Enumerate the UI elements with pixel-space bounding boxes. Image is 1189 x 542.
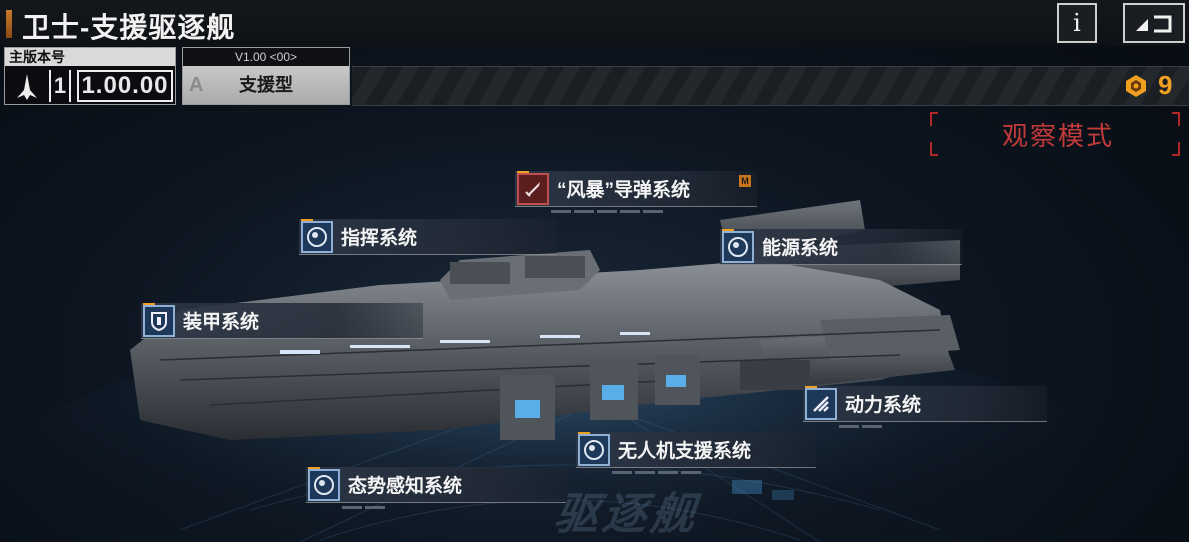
bracket-corner (1172, 112, 1180, 126)
system-tag-command[interactable]: 指挥系统 (299, 218, 557, 255)
title-accent (6, 10, 12, 38)
observe-mode-label: 观察模式 (1002, 121, 1115, 151)
currency-count: 9 (1158, 70, 1173, 100)
level-indicator (342, 506, 385, 509)
observe-mode-button[interactable]: 观察模式 (930, 112, 1180, 156)
ship-silhouette-icon (17, 74, 37, 100)
back-button[interactable] (1123, 3, 1185, 43)
system-tag-label: 装甲系统 (183, 312, 260, 333)
level-indicator (839, 425, 882, 428)
missile-icon (517, 170, 549, 205)
bracket-corner (930, 112, 938, 126)
system-tag-label: 动力系统 (845, 395, 922, 416)
radar-icon (578, 431, 610, 466)
system-tag-label: 指挥系统 (341, 228, 418, 249)
system-tag-drone-support[interactable]: 无人机支援系统 (576, 431, 816, 474)
version-minor: 1.00.00 (77, 70, 173, 102)
system-tag-label: 能源系统 (762, 238, 839, 259)
level-indicator (551, 210, 663, 213)
page-title: 卫士-支援驱逐舰 (22, 12, 236, 43)
system-tag-propulsion[interactable]: 动力系统 (803, 385, 1047, 428)
system-tag-label: “风暴”导弹系统 (557, 180, 691, 201)
thruster-icon (805, 385, 837, 420)
floor-watermark: 驱逐舰 (549, 490, 712, 539)
info-button[interactable]: i (1057, 3, 1097, 43)
variant-version-code: V1.00 <00> (183, 48, 349, 66)
back-icon (1136, 15, 1172, 33)
system-tag-label: 态势感知系统 (348, 476, 463, 497)
radar-icon (722, 228, 754, 263)
radar-icon (301, 218, 333, 253)
version-label: 主版本号 (5, 48, 175, 66)
version-panel: 主版本号 1 1.00.00 (4, 47, 176, 105)
version-major: 1 (49, 70, 71, 102)
system-tag-label: 无人机支援系统 (618, 441, 752, 462)
badge-m: M (739, 175, 751, 187)
variant-type: 支援型 (183, 66, 349, 104)
radar-icon (308, 466, 340, 501)
level-indicator (612, 471, 701, 474)
bracket-corner (1172, 142, 1180, 156)
system-tag-armor[interactable]: 装甲系统 (141, 302, 423, 339)
shield-icon (143, 302, 175, 337)
system-tag-energy[interactable]: 能源系统 (720, 228, 962, 265)
variant-panel[interactable]: V1.00 <00> 支援型 A (182, 47, 350, 105)
variant-letter: A (189, 74, 204, 96)
top-bar: 卫士-支援驱逐舰 i (0, 0, 1189, 46)
hazard-stripe-bar (352, 66, 1189, 106)
bracket-corner (930, 142, 938, 156)
crest-coin-icon (1126, 75, 1146, 97)
system-tag-missile[interactable]: “风暴”导弹系统 M (515, 170, 757, 213)
system-tag-situational-awareness[interactable]: 态势感知系统 (306, 466, 566, 509)
